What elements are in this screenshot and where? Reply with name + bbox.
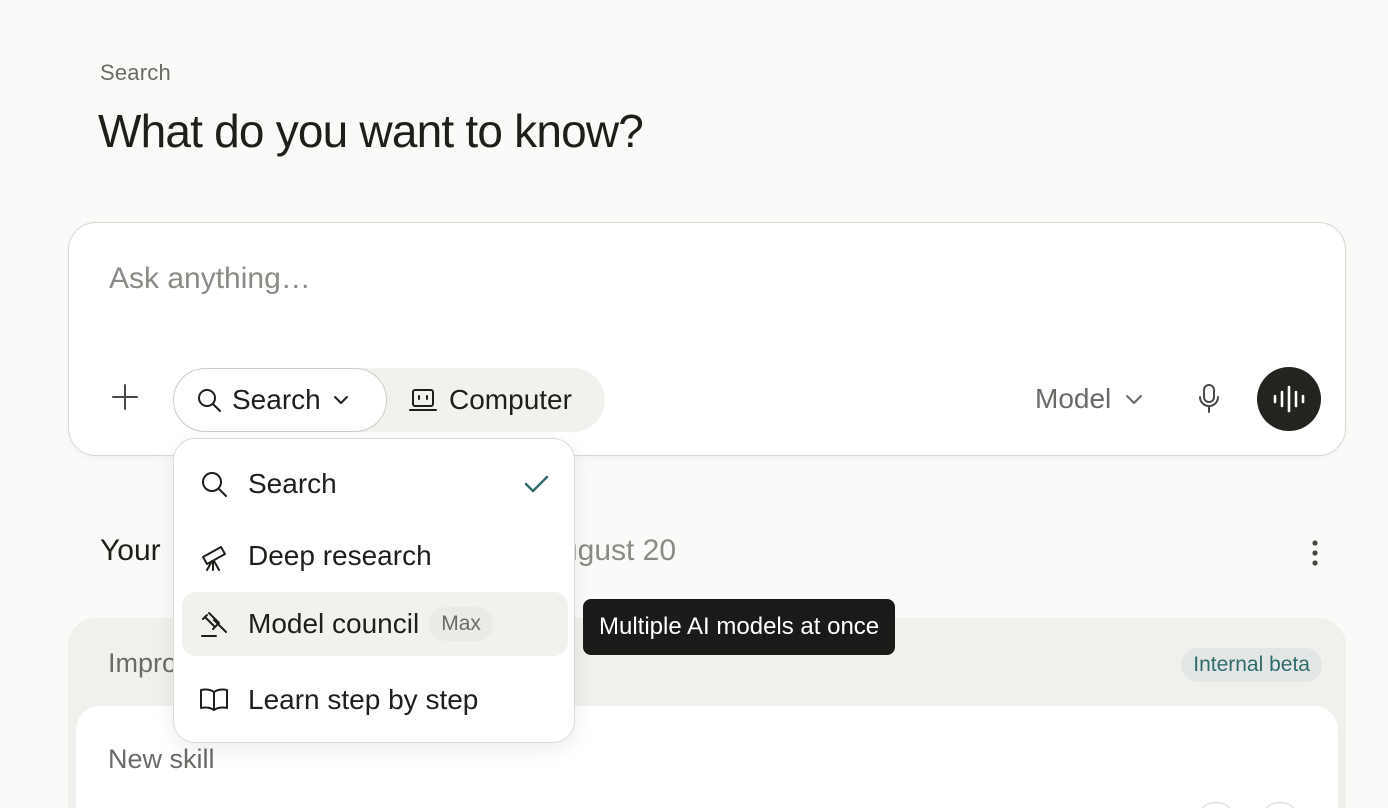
voice-mode-button[interactable] bbox=[1257, 367, 1321, 431]
new-skill-title: New skill bbox=[108, 744, 215, 774]
ask-input[interactable] bbox=[109, 259, 1209, 299]
mode-dropdown-menu: Search Deep research Model council Max L… bbox=[173, 438, 575, 743]
mode-switch: Search Computer bbox=[173, 368, 605, 432]
search-mode-button[interactable]: Search bbox=[173, 368, 387, 432]
card-action-button[interactable] bbox=[1196, 802, 1236, 808]
microphone-button[interactable] bbox=[1189, 379, 1229, 419]
menu-item-model-council[interactable]: Model council Max bbox=[182, 592, 568, 656]
computer-mode-label: Computer bbox=[449, 384, 572, 415]
add-attachment-button[interactable] bbox=[105, 377, 145, 417]
model-select[interactable]: Model bbox=[1035, 377, 1145, 421]
section-date: ugust 20 bbox=[560, 534, 677, 567]
composer: Search Computer Model bbox=[68, 222, 1346, 456]
menu-item-search[interactable]: Search bbox=[182, 452, 568, 516]
plus-icon bbox=[112, 384, 138, 410]
telescope-icon bbox=[198, 540, 230, 572]
card-action-button[interactable] bbox=[1260, 802, 1300, 808]
menu-item-label: Search bbox=[248, 468, 337, 499]
status-badge: Internal beta bbox=[1181, 648, 1322, 682]
search-icon bbox=[198, 468, 230, 500]
soundwave-icon bbox=[1273, 385, 1305, 413]
more-options-button[interactable] bbox=[1300, 536, 1330, 570]
menu-item-label: Model council bbox=[248, 608, 420, 639]
menu-item-deep-research[interactable]: Deep research bbox=[182, 524, 568, 588]
search-icon bbox=[198, 389, 221, 412]
chevron-down-icon bbox=[1126, 395, 1143, 404]
checkmark-icon bbox=[524, 475, 549, 493]
microphone-icon bbox=[1199, 384, 1219, 413]
breadcrumb: Search bbox=[100, 60, 171, 85]
search-mode-label: Search bbox=[232, 384, 321, 415]
menu-item-learn-step-by-step[interactable]: Learn step by step bbox=[182, 668, 568, 732]
model-label: Model bbox=[1035, 383, 1112, 414]
computer-mode-button[interactable]: Computer bbox=[409, 368, 572, 432]
page: Search What do you want to know? Search bbox=[0, 0, 1388, 808]
max-badge: Max bbox=[429, 607, 493, 641]
menu-item-label: Deep research bbox=[248, 540, 432, 571]
more-vertical-icon bbox=[1312, 540, 1318, 566]
card-title: Impro bbox=[108, 648, 178, 678]
page-title: What do you want to know? bbox=[98, 105, 644, 157]
gavel-icon bbox=[198, 608, 230, 640]
section-heading-text: Your bbox=[100, 534, 169, 567]
tooltip: Multiple AI models at once bbox=[583, 599, 896, 655]
menu-item-label: Learn step by step bbox=[248, 684, 479, 715]
computer-icon bbox=[409, 389, 437, 411]
book-icon bbox=[198, 684, 230, 716]
chevron-down-icon bbox=[333, 396, 348, 404]
